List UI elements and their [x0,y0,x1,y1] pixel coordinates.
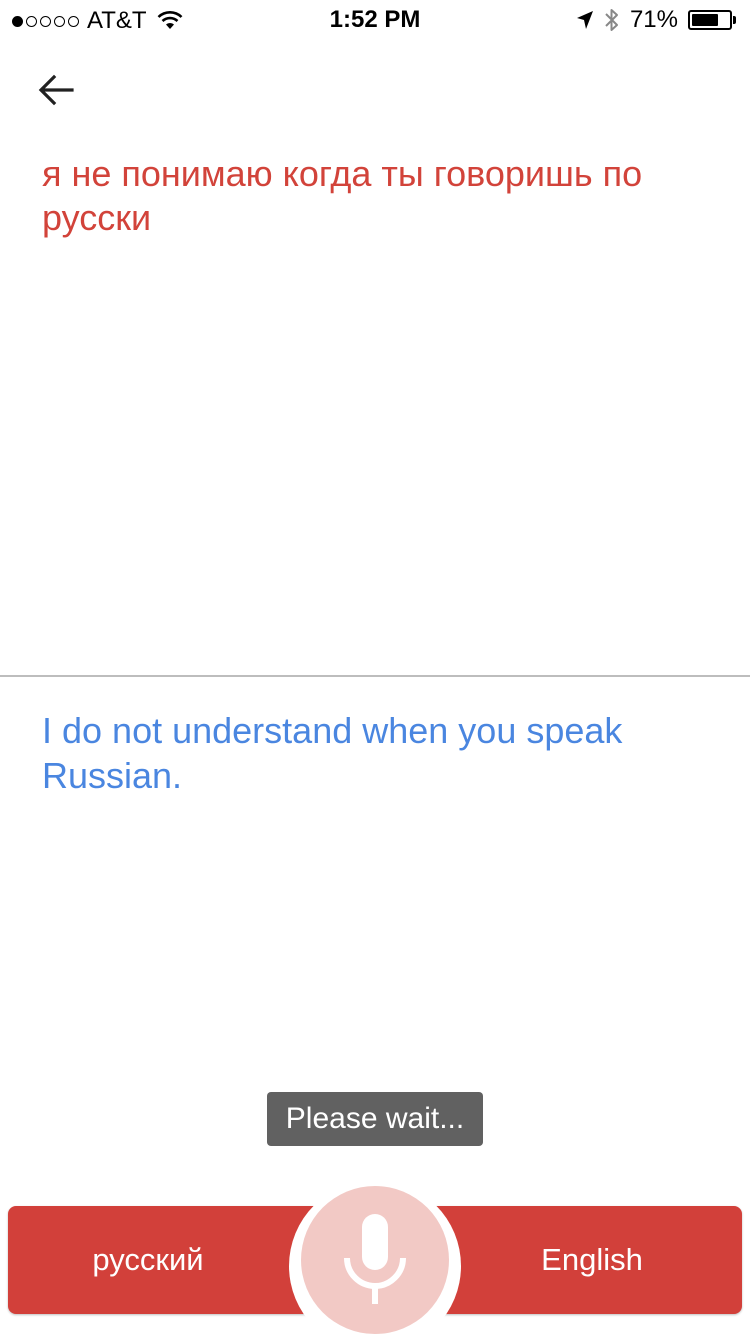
status-bar: AT&T 1:52 PM 71% [0,0,750,40]
toast-label: Please wait... [285,1102,465,1135]
target-language-button[interactable]: English [442,1206,742,1314]
location-arrow-icon [576,11,593,29]
translated-text: I do not understand when you speak Russi… [42,710,623,796]
battery-body [688,10,732,30]
source-language-label: русский [92,1242,204,1277]
battery-percent: 71% [629,6,678,33]
source-language-button[interactable]: русский [8,1206,288,1314]
battery-tip [733,16,736,24]
bluetooth-icon [605,9,618,31]
divider [0,675,750,677]
source-text: я не понимаю когда ты говоришь по русски [42,153,643,238]
please-wait-toast: Please wait... [267,1092,483,1146]
screen: AT&T 1:52 PM 71% я не понимаю когда ты г… [0,0,750,1334]
battery-icon [688,10,736,30]
target-language-label: English [541,1242,643,1277]
microphone-button[interactable] [301,1186,449,1334]
arrow-left-icon [38,74,74,106]
battery-fill [692,14,718,26]
back-button[interactable] [30,68,82,112]
microphone-icon [344,1214,406,1304]
status-right: 71% [576,6,736,34]
